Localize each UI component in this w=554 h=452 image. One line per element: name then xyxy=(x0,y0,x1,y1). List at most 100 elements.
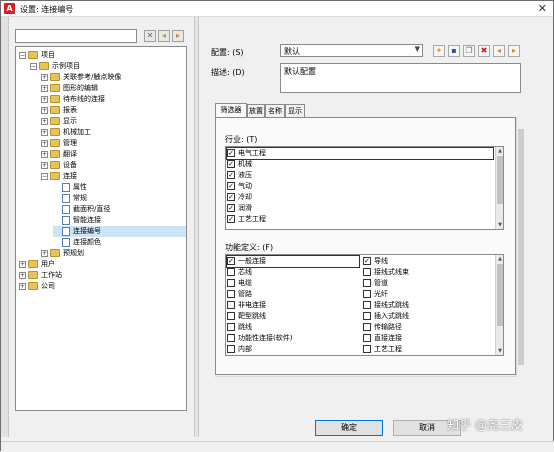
checkbox-unchecked[interactable] xyxy=(363,345,371,353)
collapse-icon[interactable]: − xyxy=(19,51,26,59)
checkbox-item[interactable]: 直接连接 xyxy=(363,333,493,344)
export-icon[interactable]: ▸ xyxy=(508,45,520,57)
checkbox-item[interactable]: 电缆 xyxy=(227,278,359,289)
settings-tree[interactable]: − 项目 − 示例项目 + 关联参考/触点映像 + 图形的编辑 + 待布线的连接 + 报表 + 显示 + 机械… xyxy=(15,46,187,411)
checkbox-item[interactable]: ✓ 机械 xyxy=(227,159,493,170)
checkbox-item[interactable]: 非电连接 xyxy=(227,300,359,311)
checkbox-item[interactable]: ✓ 液压 xyxy=(227,170,493,181)
checkbox-unchecked[interactable] xyxy=(227,345,235,353)
checkbox-item[interactable]: ✓ 润滑 xyxy=(227,203,493,214)
tree-item[interactable]: + 待布线的连接 xyxy=(41,94,105,105)
checkbox-item[interactable]: 管道 xyxy=(363,278,493,289)
expand-icon[interactable]: + xyxy=(41,150,48,158)
checkbox-unchecked[interactable] xyxy=(363,279,371,287)
expand-icon[interactable]: + xyxy=(41,84,48,92)
expand-icon[interactable]: + xyxy=(41,161,48,169)
tree-item[interactable]: + 工作站 xyxy=(19,270,62,281)
checkbox-item[interactable]: 靶型跳线 xyxy=(227,311,359,322)
checkbox-unchecked[interactable] xyxy=(363,334,371,342)
tab-filter[interactable]: 筛选器 xyxy=(215,103,247,118)
checkbox-checked[interactable]: ✓ xyxy=(227,215,235,223)
description-field[interactable]: 默认配置 xyxy=(280,63,521,93)
tree-item[interactable]: 截面积/直径 xyxy=(53,204,110,215)
tree-item[interactable]: + 关联参考/触点映像 xyxy=(41,72,121,83)
checkbox-checked[interactable]: ✓ xyxy=(227,257,235,265)
tab-display[interactable]: 显示 xyxy=(285,104,305,118)
tab-name[interactable]: 名称 xyxy=(265,104,285,118)
checkbox-item[interactable]: 跳线 xyxy=(227,322,359,333)
checkbox-unchecked[interactable] xyxy=(363,268,371,276)
checkbox-unchecked[interactable] xyxy=(227,290,235,298)
clear-search-icon[interactable]: ✕ xyxy=(144,30,156,42)
checkbox-unchecked[interactable] xyxy=(227,334,235,342)
delete-icon[interactable]: ✖ xyxy=(478,45,490,57)
tree-item[interactable]: + 用户 xyxy=(19,259,55,270)
tree-item[interactable]: 属性 xyxy=(53,182,87,193)
tree-item[interactable]: + 显示 xyxy=(41,116,77,127)
industry-list[interactable]: ▲ ▼ ✓ 电气工程 ✓ 机械 ✓ 液压 ✓ 气动 ✓ 冷却 ✓ 润滑 ✓ 工艺工程 xyxy=(225,146,504,230)
checkbox-unchecked[interactable] xyxy=(363,312,371,320)
checkbox-item[interactable]: ✓ 气动 xyxy=(227,181,493,192)
checkbox-item[interactable]: ✓ 导线 xyxy=(363,256,493,267)
checkbox-item[interactable]: ✓ 工艺工程 xyxy=(227,214,493,225)
scroll-up-icon[interactable]: ▲ xyxy=(496,147,503,155)
tree-item[interactable]: + 设备 xyxy=(41,160,77,171)
checkbox-unchecked[interactable] xyxy=(227,312,235,320)
config-select[interactable]: 默认 ▼ xyxy=(280,44,423,57)
import-icon[interactable]: ◂ xyxy=(493,45,505,57)
tab-placement[interactable]: 放置 xyxy=(247,104,265,118)
expand-icon[interactable]: + xyxy=(41,128,48,136)
expand-icon[interactable]: + xyxy=(41,117,48,125)
scroll-thumb[interactable] xyxy=(518,129,524,365)
expand-icon[interactable]: + xyxy=(19,271,26,279)
scroll-up-icon[interactable]: ▲ xyxy=(496,255,503,263)
checkbox-checked[interactable]: ✓ xyxy=(227,193,235,201)
checkbox-unchecked[interactable] xyxy=(363,290,371,298)
search-input[interactable] xyxy=(15,29,137,43)
checkbox-checked[interactable]: ✓ xyxy=(227,149,235,157)
checkbox-checked[interactable]: ✓ xyxy=(227,204,235,212)
tree-item[interactable]: + 管理 xyxy=(41,138,77,149)
tree-item[interactable]: + 报表 xyxy=(41,105,77,116)
checkbox-item[interactable]: ✓ 一般连接 xyxy=(226,255,360,268)
tree-item[interactable]: 连接颜色 xyxy=(53,237,101,248)
checkbox-unchecked[interactable] xyxy=(227,301,235,309)
scroll-thumb[interactable] xyxy=(497,156,503,204)
checkbox-item[interactable]: 功能性连接(软件) xyxy=(227,333,359,344)
checkbox-checked[interactable]: ✓ xyxy=(227,182,235,190)
checkbox-unchecked[interactable] xyxy=(363,323,371,331)
expand-icon[interactable]: + xyxy=(41,139,48,147)
scroll-down-icon[interactable]: ▼ xyxy=(496,347,503,355)
splitter[interactable] xyxy=(194,17,199,437)
expand-icon[interactable]: + xyxy=(19,260,26,268)
expand-icon[interactable]: + xyxy=(41,249,48,257)
checkbox-item[interactable]: ✓ 电气工程 xyxy=(226,147,494,160)
expand-icon[interactable]: + xyxy=(41,95,48,103)
tree-item[interactable]: − 示例项目 xyxy=(30,61,80,72)
function-list[interactable]: ▲ ▼ ✓ 一般连接 芯线 电缆 管路 非电连接 靶型跳线 跳线 功能性连接(软件) 内部 ✓ 导线接… xyxy=(225,254,504,356)
checkbox-item[interactable]: 插入式跳线 xyxy=(363,311,493,322)
save-icon[interactable]: ▪ xyxy=(448,45,460,57)
checkbox-unchecked[interactable] xyxy=(363,301,371,309)
checkbox-unchecked[interactable] xyxy=(227,323,235,331)
star-icon[interactable]: ✦ xyxy=(433,45,445,57)
tree-item[interactable]: − 连接 xyxy=(41,171,77,182)
checkbox-item[interactable]: 传输路径 xyxy=(363,322,493,333)
expand-icon[interactable]: + xyxy=(19,282,26,290)
tree-item[interactable]: + 预规划 xyxy=(41,248,84,259)
ok-button[interactable]: 确定 xyxy=(315,420,383,436)
copy-icon[interactable]: ❐ xyxy=(463,45,475,57)
function-scrollbar[interactable]: ▲ ▼ xyxy=(495,255,503,355)
tree-item[interactable]: + 翻译 xyxy=(41,149,77,160)
checkbox-checked[interactable]: ✓ xyxy=(227,160,235,168)
panel-scrollbar[interactable] xyxy=(516,117,525,377)
tree-item[interactable]: 智能连接 xyxy=(53,215,101,226)
collapse-icon[interactable]: − xyxy=(41,172,48,180)
tree-item[interactable]: + 公司 xyxy=(19,281,55,292)
tree-item[interactable]: 连接编号 xyxy=(53,226,186,237)
scroll-down-icon[interactable]: ▼ xyxy=(496,221,503,229)
checkbox-checked[interactable]: ✓ xyxy=(227,171,235,179)
tree-item[interactable]: + 图形的编辑 xyxy=(41,83,98,94)
search-prev-icon[interactable]: ◂ xyxy=(158,30,170,42)
scroll-thumb[interactable] xyxy=(497,264,503,326)
